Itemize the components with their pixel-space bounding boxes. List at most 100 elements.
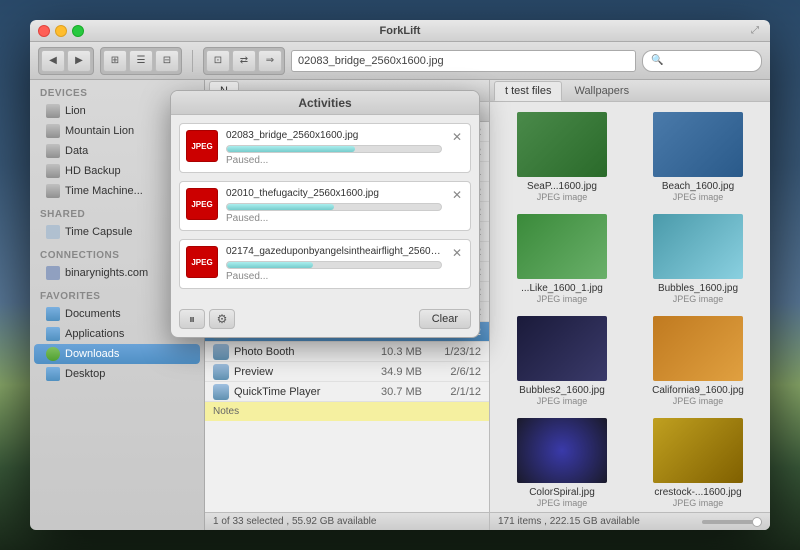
list-item[interactable]: crestock-...1600.jpg JPEG image [630, 412, 766, 512]
thumbnail [517, 316, 607, 381]
sidebar-item-label: Desktop [65, 368, 105, 380]
app-icon [213, 344, 229, 360]
sidebar-item-label: Downloads [65, 348, 119, 360]
progress-bar-bg [226, 203, 442, 211]
activity-info: 02010_thefugacity_2560x1600.jpg Paused..… [226, 188, 442, 224]
footer-buttons: ⏸ ⚙ [179, 309, 235, 329]
folder-icon [46, 307, 60, 321]
list-item[interactable]: California9_1600.jpg JPEG image [630, 310, 766, 412]
file-name: Bubbles_1600.jpg [658, 283, 738, 294]
table-row[interactable]: Photo Booth 10.3 MB 1/23/12 [205, 342, 489, 362]
hdd-icon [46, 184, 60, 198]
activities-modal: Activities JPEG 02083_bridge_2560x1600.j… [170, 90, 480, 338]
thumbnail [653, 418, 743, 483]
titlebar: ForkLift ⤢ [30, 20, 770, 42]
file-type: JPEG image [537, 294, 588, 304]
activity-status: Paused... [226, 155, 442, 166]
activity-filename: 02010_thefugacity_2560x1600.jpg [226, 188, 442, 199]
preview-grid: SeaP...1600.jpg JPEG image Beach_1600.jp… [490, 102, 770, 512]
file-name: Photo Booth [234, 346, 362, 358]
notes-label: Notes [213, 406, 239, 417]
grid-view-button[interactable]: ⊡ [206, 50, 230, 72]
zoom-slider[interactable] [702, 520, 762, 524]
sidebar-item-label: Time Capsule [65, 226, 132, 238]
list-item[interactable]: Bubbles2_1600.jpg JPEG image [494, 310, 630, 412]
search-icon: 🔍 [651, 55, 663, 66]
activity-close-button[interactable]: ✕ [450, 246, 464, 260]
sidebar-item-label: Mountain Lion [65, 125, 134, 137]
activity-item: JPEG 02083_bridge_2560x1600.jpg Paused..… [179, 123, 471, 173]
window-title: ForkLift [380, 25, 421, 37]
notes-note: Notes [205, 402, 489, 421]
activity-close-button[interactable]: ✕ [450, 188, 464, 202]
file-name: Beach_1600.jpg [662, 181, 734, 192]
transfer-button[interactable]: ⇒ [258, 50, 282, 72]
downloads-icon [46, 347, 60, 361]
list-item[interactable]: ...Like_1600_1.jpg JPEG image [494, 208, 630, 310]
thumbnail [653, 112, 743, 177]
file-type: JPEG image [537, 498, 588, 508]
file-size: 10.3 MB [362, 346, 422, 358]
pause-all-button[interactable]: ⏸ [179, 309, 205, 329]
share-icon [46, 225, 60, 239]
list-item[interactable]: Beach_1600.jpg JPEG image [630, 106, 766, 208]
file-size: 34.9 MB [362, 366, 422, 378]
close-button[interactable] [38, 25, 50, 37]
activity-info: 02174_gazeduponbyangelsintheairflight_25… [226, 246, 442, 282]
hdd-icon [46, 104, 60, 118]
folder-icon [46, 327, 60, 341]
column-view-button[interactable]: ⊟ [155, 50, 179, 72]
icon-view-button[interactable]: ⊞ [103, 50, 127, 72]
sidebar-item-downloads[interactable]: Downloads [34, 344, 200, 364]
toolbar: ◀ ▶ ⊞ ☰ ⊟ ⊡ ⇄ ⇒ 02083_bridge_2560x1600.j… [30, 42, 770, 80]
file-type: JPEG image [537, 396, 588, 406]
search-bar[interactable]: 🔍 [642, 50, 762, 72]
hdd-icon [46, 124, 60, 138]
forward-button[interactable]: ▶ [67, 50, 91, 72]
activity-status: Paused... [226, 213, 442, 224]
maximize-button[interactable] [72, 25, 84, 37]
file-type: JPEG image [673, 396, 724, 406]
nav-buttons: ◀ ▶ [38, 47, 94, 75]
activity-info: 02083_bridge_2560x1600.jpg Paused... [226, 130, 442, 166]
sync-button[interactable]: ⇄ [232, 50, 256, 72]
sidebar-item-label: Applications [65, 328, 124, 340]
preview-area: t test files Wallpapers SeaP...1600.jpg … [490, 80, 770, 530]
progress-bar-bg [226, 145, 442, 153]
file-type: JPEG image [673, 192, 724, 202]
activity-close-button[interactable]: ✕ [450, 130, 464, 144]
app-icon [213, 384, 229, 400]
thumbnail [517, 112, 607, 177]
file-size: 30.7 MB [362, 386, 422, 398]
sidebar-item-desktop[interactable]: Desktop [30, 364, 204, 384]
tab-test-files[interactable]: t test files [494, 81, 562, 101]
file-date: 2/1/12 [426, 386, 481, 398]
minimize-button[interactable] [55, 25, 67, 37]
path-bar[interactable]: 02083_bridge_2560x1600.jpg [291, 50, 636, 72]
jpeg-icon: JPEG [186, 130, 218, 162]
list-item[interactable]: ColorSpiral.jpg JPEG image [494, 412, 630, 512]
clear-button[interactable]: Clear [419, 309, 471, 329]
thumbnail [653, 316, 743, 381]
file-type: JPEG image [673, 498, 724, 508]
activity-status: Paused... [226, 271, 442, 282]
settings-button[interactable]: ⚙ [209, 309, 235, 329]
back-button[interactable]: ◀ [41, 50, 65, 72]
table-row[interactable]: Preview 34.9 MB 2/6/12 [205, 362, 489, 382]
file-name: QuickTime Player [234, 386, 362, 398]
thumbnail [653, 214, 743, 279]
tab-wallpapers[interactable]: Wallpapers [564, 81, 639, 101]
file-list-status: 1 of 33 selected , 55.92 GB available [205, 512, 489, 530]
list-item[interactable]: SeaP...1600.jpg JPEG image [494, 106, 630, 208]
view-buttons: ⊞ ☰ ⊟ [100, 47, 182, 75]
list-item[interactable]: Bubbles_1600.jpg JPEG image [630, 208, 766, 310]
table-row[interactable]: QuickTime Player 30.7 MB 2/1/12 [205, 382, 489, 402]
folder-icon [46, 367, 60, 381]
resize-button[interactable]: ⤢ [748, 24, 762, 38]
file-name: SeaP...1600.jpg [527, 181, 597, 192]
sidebar-item-label: Lion [65, 105, 86, 117]
server-icon [46, 266, 60, 280]
toolbar-separator [192, 50, 193, 72]
list-view-button[interactable]: ☰ [129, 50, 153, 72]
preview-status-text: 171 items , 222.15 GB available [498, 516, 640, 527]
